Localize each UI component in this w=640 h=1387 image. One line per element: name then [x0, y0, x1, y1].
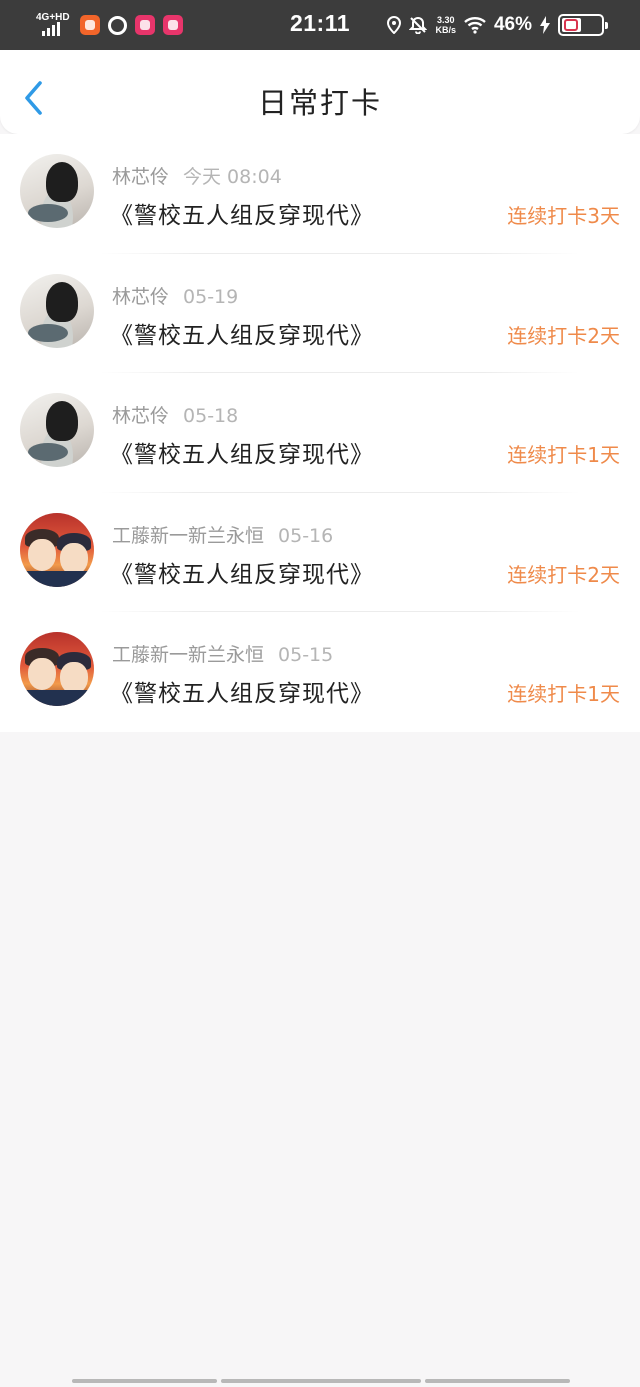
charging-bolt-icon — [540, 16, 550, 34]
wifi-icon — [464, 17, 486, 34]
checkin-meta: 林芯伶 05-18 — [112, 401, 238, 428]
user-name: 林芯伶 — [112, 405, 170, 427]
speed-value: 3.30 — [436, 15, 455, 25]
page-title: 日常打卡 — [257, 86, 382, 120]
header: 日常打卡 — [0, 50, 640, 134]
avatar[interactable] — [20, 154, 94, 228]
avatar[interactable] — [20, 273, 94, 348]
status-right: 3.30 KB/s 46% — [387, 12, 608, 38]
book-title: 《警校五人组反穿现代》 — [110, 561, 374, 588]
checkin-date: 05-19 — [183, 285, 239, 308]
battery-icon — [558, 14, 608, 36]
avatar[interactable] — [20, 632, 94, 706]
user-name: 工藤新一新兰永恒 — [112, 644, 265, 666]
user-name: 林芯伶 — [112, 166, 170, 188]
checkin-item[interactable]: 林芯伶 05-19 《警校五人组反穿现代》 连续打卡2天 — [0, 254, 640, 373]
book-title: 《警校五人组反穿现代》 — [110, 442, 374, 468]
battery-saver-mark — [564, 19, 578, 31]
checkin-list: 林芯伶 今天 08:04 《警校五人组反穿现代》 连续打卡3天 林芯伶 05-19 《警校五… — [0, 134, 640, 732]
checkin-meta: 林芯伶 今天 08:04 — [112, 162, 282, 189]
checkin-date: 今天 08:04 — [183, 166, 282, 188]
checkin-item[interactable]: 林芯伶 05-18 《警校五人组反穿现代》 连续打卡1天 — [0, 373, 640, 493]
mute-bell-icon — [409, 16, 428, 34]
avatar[interactable] — [20, 393, 94, 467]
location-icon — [387, 16, 402, 34]
checkin-meta: 工藤新一新兰永恒 05-16 — [112, 521, 333, 548]
user-name: 工藤新一新兰永恒 — [112, 524, 265, 547]
avatar[interactable] — [20, 512, 94, 587]
user-name: 林芯伶 — [112, 285, 170, 308]
battery-percent: 46% — [493, 14, 532, 35]
checkin-item[interactable]: 林芯伶 今天 08:04 《警校五人组反穿现代》 连续打卡3天 — [0, 134, 640, 254]
status-bar: 4G+HD 21:11 3.30 KB/s 46% — [0, 0, 640, 50]
checkin-meta: 工藤新一新兰永恒 05-15 — [112, 640, 333, 667]
book-title: 《警校五人组反穿现代》 — [110, 681, 374, 707]
streak-label: 连续打卡1天 — [507, 443, 620, 467]
checkin-date: 05-15 — [278, 644, 334, 666]
network-speed: 3.30 KB/s — [435, 15, 456, 35]
checkin-item[interactable]: 工藤新一新兰永恒 05-16 《警校五人组反穿现代》 连续打卡2天 — [0, 493, 640, 612]
checkin-item[interactable]: 工藤新一新兰永恒 05-15 《警校五人组反穿现代》 连续打卡1天 — [0, 612, 640, 732]
streak-label: 连续打卡2天 — [507, 562, 620, 587]
streak-label: 连续打卡2天 — [507, 323, 620, 348]
streak-label: 连续打卡1天 — [507, 682, 620, 706]
speed-unit: KB/s — [435, 25, 456, 35]
streak-label: 连续打卡3天 — [507, 204, 620, 228]
checkin-date: 05-18 — [183, 405, 239, 427]
checkin-date: 05-16 — [278, 524, 334, 547]
book-title: 《警校五人组反穿现代》 — [110, 203, 374, 229]
book-title: 《警校五人组反穿现代》 — [110, 322, 374, 349]
checkin-meta: 林芯伶 05-19 — [112, 282, 238, 309]
home-indicator[interactable] — [72, 1379, 570, 1383]
